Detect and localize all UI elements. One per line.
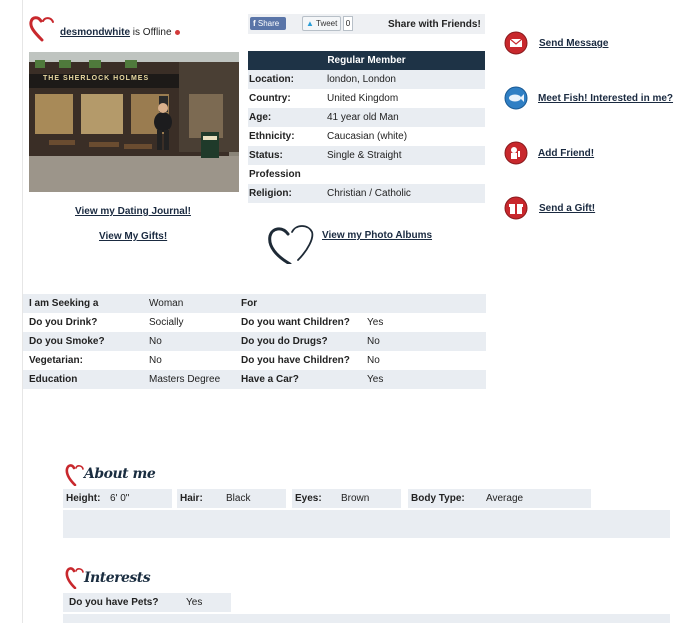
share-with-friends-text: Share with Friends!	[388, 19, 481, 30]
seeking-label: Do you want Children?	[241, 317, 350, 328]
seeking-label: Do you do Drugs?	[241, 336, 328, 347]
seeking-value: Yes	[367, 374, 384, 385]
eyes-value: Brown	[341, 493, 370, 504]
pets-label: Do you have Pets?	[69, 597, 159, 608]
details-label: Profession	[249, 169, 301, 180]
gift-icon[interactable]	[504, 196, 528, 220]
hair-field: Hair: Black	[177, 489, 286, 508]
profile-status-line: desmondwhite is Offline	[60, 27, 180, 38]
heart-logo-icon	[29, 16, 54, 42]
details-row: Age: 41 year old Man	[248, 108, 485, 127]
details-value: Caucasian (white)	[327, 131, 408, 142]
seeking-row: Do you Smoke? No Do you do Drugs? No	[23, 332, 486, 351]
tweet-label: Tweet	[316, 19, 338, 28]
seeking-row: Education Masters Degree Have a Car? Yes	[23, 370, 486, 389]
details-label: Age:	[249, 112, 272, 123]
details-label: Country:	[249, 93, 291, 104]
details-row: Country: United Kingdom	[248, 89, 485, 108]
seeking-value: Woman	[149, 298, 184, 309]
details-value: Single & Straight	[327, 150, 402, 161]
hair-value: Black	[226, 493, 251, 504]
body-type-field: Body Type: Average	[408, 489, 591, 508]
details-row: Religion: Christian / Catholic	[248, 184, 485, 203]
tweet-button[interactable]: ▲ Tweet	[302, 16, 341, 31]
facebook-share-label: Share	[257, 19, 280, 28]
pub-photo-image	[29, 52, 239, 192]
photo-albums-link[interactable]: View my Photo Albums	[322, 230, 432, 241]
interests-heart-icon	[65, 567, 84, 589]
seeking-label: Education	[29, 374, 78, 385]
body-type-value: Average	[486, 493, 524, 504]
details-value: london, London	[327, 74, 396, 85]
eyes-label: Eyes:	[295, 493, 322, 504]
pets-field: Do you have Pets? Yes	[63, 593, 231, 612]
pets-value: Yes	[186, 597, 203, 608]
send-message-link[interactable]: Send Message	[539, 38, 608, 49]
seeking-row: Do you Drink? Socially Do you want Childre…	[23, 313, 486, 332]
dating-journal-link[interactable]: View my Dating Journal!	[75, 206, 191, 217]
details-label: Religion:	[249, 188, 292, 199]
seeking-label: Do you Drink?	[29, 317, 98, 328]
pub-sign-text: THE SHERLOCK HOLMES	[43, 75, 150, 82]
seeking-label: I am Seeking a	[29, 298, 99, 309]
seeking-label: For	[241, 298, 258, 309]
interests-box	[63, 614, 670, 623]
details-label: Location:	[249, 74, 294, 85]
eyes-field: Eyes: Brown	[292, 489, 401, 508]
seeking-label: Do you have Children?	[241, 355, 350, 366]
seeking-value: Masters Degree	[149, 374, 221, 385]
interests-title: Interests	[84, 570, 151, 586]
profile-photo[interactable]: THE SHERLOCK HOLMES	[29, 52, 239, 192]
offline-dot-icon	[174, 29, 180, 35]
height-label: Height:	[66, 493, 101, 504]
details-value: 41 year old Man	[327, 112, 399, 123]
about-me-title: About me	[84, 466, 156, 482]
envelope-icon[interactable]	[504, 31, 528, 55]
seeking-value: No	[149, 336, 162, 347]
details-row: Ethnicity: Caucasian (white)	[248, 127, 485, 146]
send-gift-link[interactable]: Send a Gift!	[539, 203, 595, 214]
seeking-label: Vegetarian:	[29, 355, 83, 366]
hair-label: Hair:	[180, 493, 203, 504]
facebook-share-button[interactable]: f Share	[250, 17, 286, 30]
twitter-bird-icon: ▲	[306, 19, 316, 28]
details-label: Ethnicity:	[249, 131, 295, 142]
seeking-value: No	[367, 336, 380, 347]
meet-fish-link[interactable]: Meet Fish! Interested in me?	[538, 93, 673, 104]
add-friend-link[interactable]: Add Friend!	[538, 148, 594, 159]
tweet-count: 0	[343, 16, 353, 31]
status-text: is Offline	[132, 27, 172, 38]
member-type-heading: Regular Member	[248, 51, 485, 70]
seeking-value: No	[367, 355, 380, 366]
seeking-row: Vegetarian: No Do you have Children? No	[23, 351, 486, 370]
seeking-row: I am Seeking a Woman For	[23, 294, 486, 313]
details-value: United Kingdom	[327, 93, 399, 104]
about-description-box	[63, 510, 670, 538]
add-friend-icon[interactable]	[504, 141, 528, 165]
seeking-value: No	[149, 355, 162, 366]
height-value: 6' 0"	[110, 493, 130, 504]
my-gifts-link[interactable]: View My Gifts!	[99, 231, 167, 242]
details-label: Status:	[249, 150, 283, 161]
details-row: Status: Single & Straight	[248, 146, 485, 165]
seeking-label: Have a Car?	[241, 374, 299, 385]
body-type-label: Body Type:	[411, 493, 465, 504]
seeking-value: Yes	[367, 317, 384, 328]
photo-albums-heart-icon	[268, 225, 314, 264]
username-link[interactable]: desmondwhite	[60, 27, 130, 38]
details-row: Profession	[248, 165, 485, 184]
fish-icon[interactable]	[504, 86, 528, 110]
seeking-label: Do you Smoke?	[29, 336, 105, 347]
height-field: Height: 6' 0"	[63, 489, 172, 508]
details-row: Location: london, London	[248, 70, 485, 89]
details-value: Christian / Catholic	[327, 188, 411, 199]
about-heart-icon	[65, 464, 84, 486]
seeking-value: Socially	[149, 317, 184, 328]
